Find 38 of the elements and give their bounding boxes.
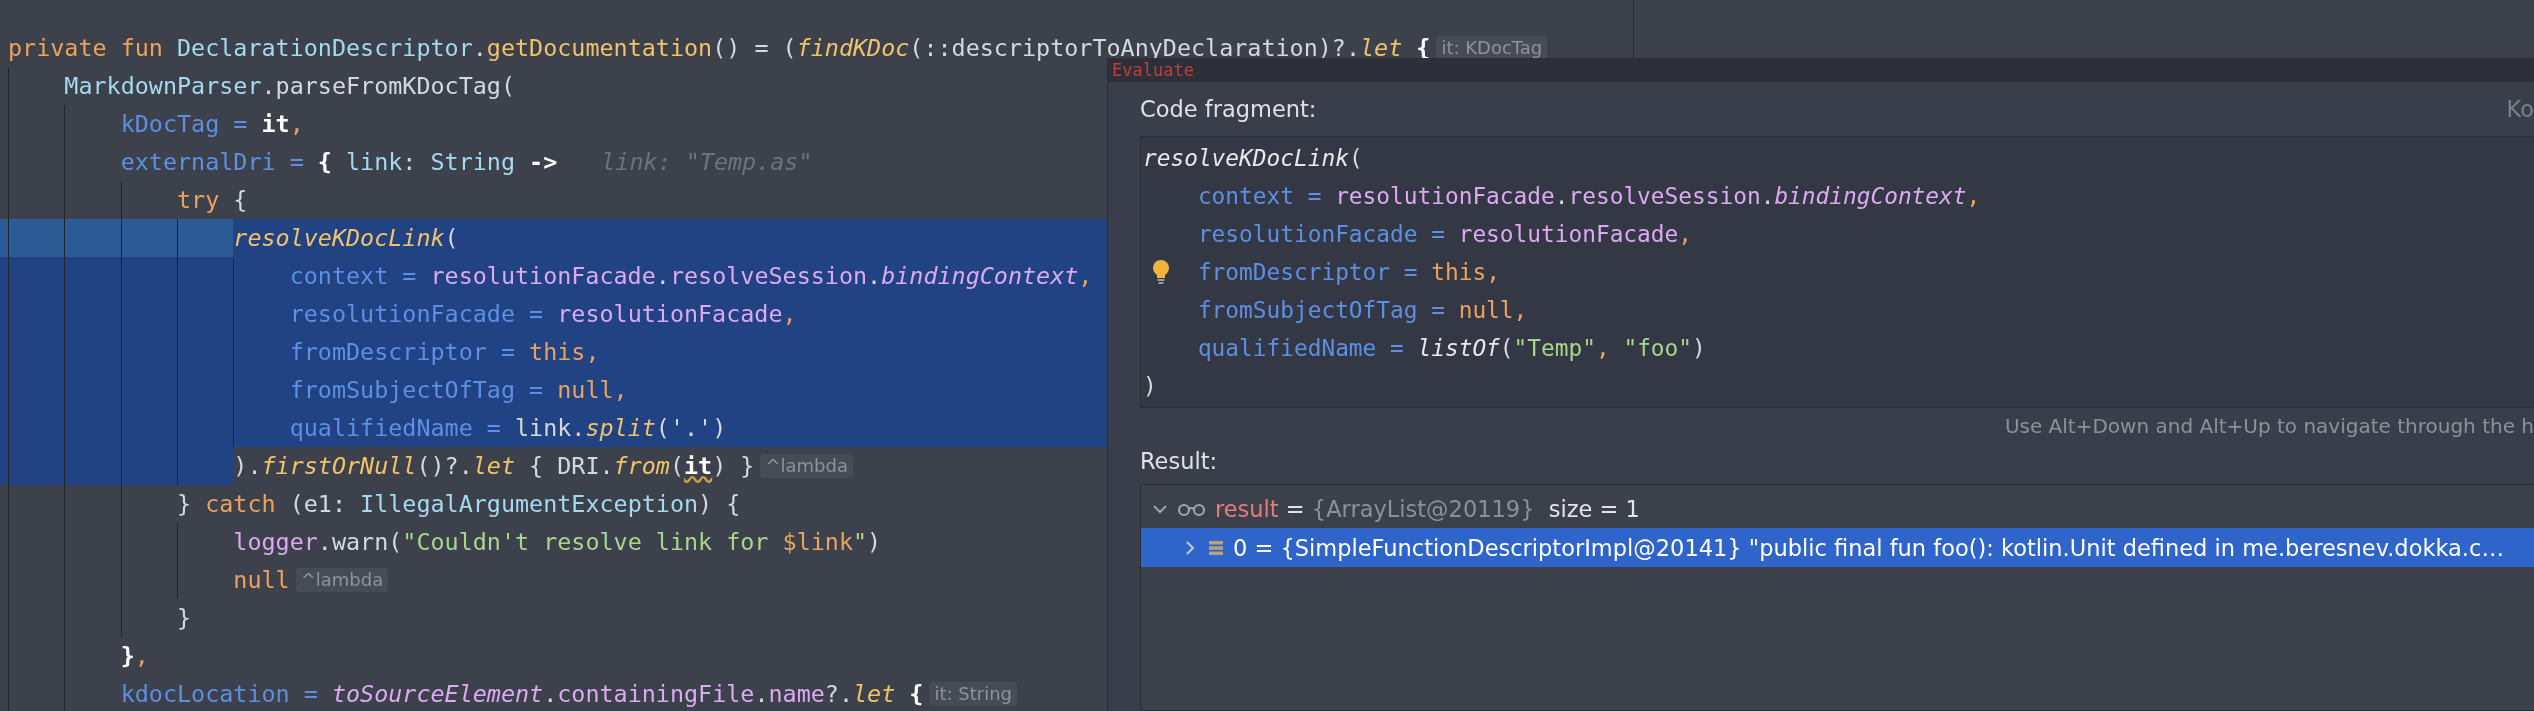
code-line: context = resolutionFacade.resolveSession.bindingContext,: [1197, 183, 1981, 209]
tree-row-text: result = {ArrayList@20119} size = 1: [1215, 495, 1640, 522]
code-line: context = resolutionFacade.resolveSession.bindingContext,: [289, 261, 1093, 292]
code-line: fromSubjectOfTag = null,: [1197, 297, 1528, 323]
code-line: }: [177, 603, 192, 634]
code-line: fromSubjectOfTag = null,: [289, 375, 628, 406]
code-line: },: [120, 641, 149, 672]
field-label: Code fragment:: [1140, 96, 1317, 122]
list-icon: [1207, 538, 1225, 557]
navigation-hint: Use Alt+Down and Alt+Up to navigate through the h: [2004, 414, 2534, 438]
code-line: ).firstOrNull()?.let { DRI.from(it) }: [233, 451, 755, 482]
code-line: resolveKDocLink(: [1143, 145, 1363, 171]
code-line: kDocTag = it,: [120, 109, 304, 140]
code-line: externalDri = { link: String ->: [120, 147, 558, 178]
code-line: MarkdownParser.parseFromKDocTag(: [64, 71, 515, 102]
code-line: resolveKDocLink(: [233, 223, 459, 254]
code-line: resolutionFacade = resolutionFacade,: [289, 299, 797, 330]
code-line: try {: [177, 185, 248, 216]
code-line: resolutionFacade = resolutionFacade,: [1197, 221, 1692, 247]
code-line: fromDescriptor = this,: [1197, 259, 1500, 285]
code-line: fromDescriptor = this,: [289, 337, 600, 368]
code-line: ): [1143, 373, 1157, 399]
code-line: } catch (e1: IllegalArgumentException) {: [177, 489, 741, 520]
lightbulb-icon[interactable]: [1151, 259, 1171, 285]
code-fragment-field[interactable]: resolveKDocLink( context = resolutionFacade.resolveSession.bindingContext, resolutionFacade = resolutionFacade, fromDescriptor = this, fromSubjectOfTag = null, qualifiedName = listOf("Temp", "foo") ): [1140, 136, 2534, 408]
result-label: Result:: [1140, 448, 1218, 474]
code-line: null: [233, 565, 290, 596]
inlay-hint: ^lambda: [760, 454, 853, 478]
dialog-title: Evaluate: [1112, 60, 1194, 80]
inlay-hint: it: String: [929, 682, 1017, 706]
code-line: logger.warn("Couldn't resolve link for $link"): [233, 527, 882, 558]
code-line: kdocLocation = toSourceElement.containingFile.name?.let {: [120, 679, 924, 710]
inlay-hint: it: KDocTag: [1436, 36, 1548, 60]
tree-row-text: 0 = {SimpleFunctionDescriptorImpl@20141} "public final fun foo(): kotlin.Unit defined in me.beresnev.dokka.c…: [1233, 534, 2504, 561]
code-line: qualifiedName = link.split('.'): [289, 413, 727, 444]
inlay-hint: ^lambda: [295, 568, 389, 592]
code-line: qualifiedName = listOf("Temp", "foo"): [1197, 335, 1706, 361]
tree-row[interactable]: 0 = {SimpleFunctionDescriptorImpl@20141} "public final fun foo(): kotlin.Unit defined in me.beresnev.dokka.c…: [1141, 528, 2534, 567]
